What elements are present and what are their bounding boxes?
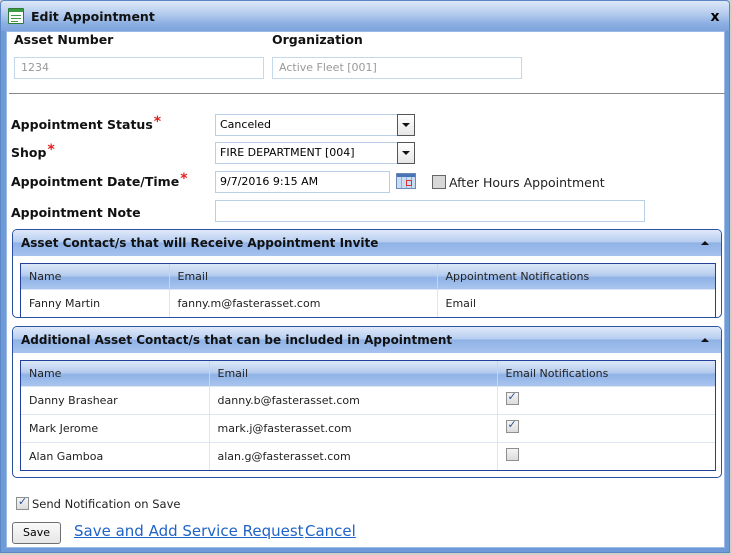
appointment-datetime-input[interactable]: 9/7/2016 9:15 AM — [215, 171, 390, 193]
email-notification-checkbox[interactable] — [505, 390, 519, 405]
save-and-add-service-request-link[interactable]: Save and Add Service Request — [74, 522, 304, 540]
required-marker: * — [180, 171, 188, 187]
table-row[interactable]: Fanny Martin fanny.m@fasterasset.com Ema… — [21, 288, 715, 317]
column-header-email[interactable]: Email — [168, 264, 437, 289]
chevron-down-icon[interactable] — [397, 142, 415, 164]
email-notification-checkbox[interactable] — [505, 418, 519, 433]
required-marker: * — [153, 114, 162, 130]
organization-field: Active Fleet [001] — [272, 57, 522, 79]
title-bar[interactable]: Edit Appointment x — [1, 1, 729, 31]
required-marker: * — [47, 142, 55, 158]
asset-number-field: 1234 — [14, 57, 264, 79]
email-notification-checkbox[interactable] — [505, 448, 519, 462]
after-hours-label: After Hours Appointment — [449, 175, 605, 190]
contact-name: Danny Brashear — [21, 385, 209, 414]
contact-email: fanny.m@fasterasset.com — [168, 288, 437, 317]
column-header-name[interactable]: Name — [21, 264, 169, 289]
invite-panel-header[interactable]: Asset Contact/s that will Receive Appoin… — [13, 230, 721, 256]
email-notification-cell — [496, 385, 715, 414]
contact-email: mark.j@fasterasset.com — [208, 413, 497, 442]
column-header-email-notifications[interactable]: Email Notifications — [496, 361, 715, 386]
table-row[interactable]: Mark Jerome mark.j@fasterasset.com — [21, 413, 715, 442]
column-header-email[interactable]: Email — [208, 361, 497, 386]
dialog-title: Edit Appointment — [31, 9, 155, 24]
contact-notification: Email — [436, 288, 715, 317]
appointment-status-label: Appointment Status* — [11, 114, 162, 132]
contact-email: alan.g@fasterasset.com — [208, 441, 497, 470]
asset-number-label: Asset Number — [14, 32, 114, 47]
shop-label: Shop* — [11, 142, 55, 160]
appointment-note-label: Appointment Note — [11, 205, 141, 220]
appointment-datetime-label: Appointment Date/Time* — [11, 171, 188, 189]
appointment-status-select[interactable]: Canceled — [215, 114, 415, 136]
additional-contacts-grid: Name Email Email Notifications Danny Bra… — [20, 360, 716, 471]
additional-contacts-panel: Additional Asset Contact/s that can be i… — [12, 326, 722, 478]
form-icon — [8, 8, 24, 24]
send-notification-checkbox[interactable] — [16, 495, 29, 510]
grid-header-row: Name Email Appointment Notifications — [21, 264, 715, 289]
table-row[interactable]: Danny Brashear danny.b@fasterasset.com — [21, 385, 715, 414]
organization-label: Organization — [272, 32, 363, 47]
email-notification-cell — [496, 441, 715, 470]
shop-select[interactable]: FIRE DEPARTMENT [004] — [215, 142, 415, 164]
table-row[interactable]: Alan Gamboa alan.g@fasterasset.com — [21, 441, 715, 470]
grid-header-row: Name Email Email Notifications — [21, 361, 715, 386]
cancel-link[interactable]: Cancel — [305, 522, 356, 540]
appointment-status-value: Canceled — [220, 118, 272, 131]
save-button[interactable]: Save — [12, 522, 61, 544]
invite-panel-title: Asset Contact/s that will Receive Appoin… — [21, 236, 379, 250]
calendar-icon[interactable] — [396, 173, 416, 189]
collapse-icon[interactable] — [701, 241, 709, 245]
additional-panel-header[interactable]: Additional Asset Contact/s that can be i… — [13, 327, 721, 353]
contact-email: danny.b@fasterasset.com — [208, 385, 497, 414]
send-notification-label: Send Notification on Save — [32, 497, 181, 511]
additional-panel-title: Additional Asset Contact/s that can be i… — [21, 333, 453, 347]
close-icon[interactable]: x — [707, 10, 723, 26]
column-header-appointment-notifications[interactable]: Appointment Notifications — [436, 264, 715, 289]
dialog-body: Asset Number 1234 Organization Active Fl… — [6, 31, 725, 548]
invite-contacts-panel: Asset Contact/s that will Receive Appoin… — [12, 229, 722, 318]
column-header-name[interactable]: Name — [21, 361, 209, 386]
contact-name: Fanny Martin — [21, 288, 169, 317]
after-hours-checkbox[interactable] — [432, 175, 446, 189]
shop-value: FIRE DEPARTMENT [004] — [220, 146, 355, 159]
contact-name: Alan Gamboa — [21, 441, 209, 470]
contact-name: Mark Jerome — [21, 413, 209, 442]
email-notification-cell — [496, 413, 715, 442]
collapse-icon[interactable] — [701, 338, 709, 342]
appointment-note-input[interactable] — [215, 200, 645, 222]
edit-appointment-dialog: Edit Appointment x Asset Number 1234 Org… — [0, 0, 730, 553]
invite-contacts-grid: Name Email Appointment Notifications Fan… — [20, 263, 716, 317]
section-divider — [9, 93, 725, 94]
chevron-down-icon[interactable] — [397, 114, 415, 136]
